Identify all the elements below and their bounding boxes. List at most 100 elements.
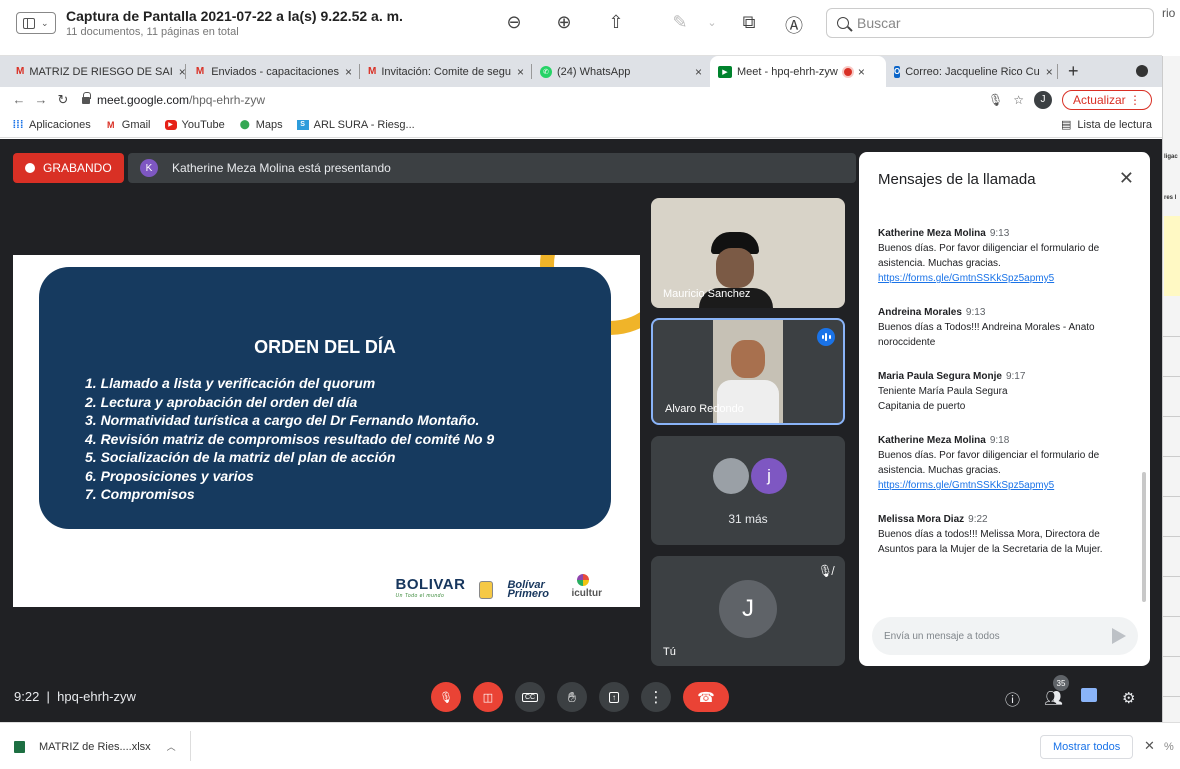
chat-icon[interactable] — [1081, 688, 1097, 702]
slide-title: ORDEN DEL DÍA — [254, 337, 396, 357]
document-title: Captura de Pantalla 2021-07-22 a la(s) 9… — [66, 8, 403, 24]
participant-tile-alvaro[interactable]: Alvaro Redondo — [651, 318, 845, 425]
download-item[interactable]: MATRIZ de Ries....xlsx ︿ — [14, 740, 176, 753]
present-button[interactable]: ↑ — [599, 682, 629, 712]
camera-off-icon: ◫ — [482, 691, 494, 704]
bookmark-maps[interactable]: ⬤ Maps — [239, 119, 283, 131]
bookmark-label: Aplicaciones — [29, 118, 91, 131]
chevron-up-icon[interactable]: ︿ — [167, 740, 176, 753]
message-time: 9:13 — [965, 307, 986, 318]
bookmark-label: ARL SURA - Riesg... — [313, 118, 415, 131]
activities-icon[interactable]: ⚙︎ — [1122, 689, 1135, 707]
profile-avatar[interactable]: J — [1033, 90, 1052, 109]
url-field[interactable]: meet.google.com/hpq-ehrh-zyw — [82, 92, 265, 107]
bookmark-apps[interactable]: ⁞⁞⁞ Aplicaciones — [12, 119, 91, 131]
back-arrow-icon[interactable]: ← — [8, 92, 30, 107]
tab-meet[interactable]: ▶ Meet - hpq-ehrh-zyw × — [710, 56, 886, 87]
tab-search-icon[interactable] — [1136, 65, 1148, 77]
apps-icon: ⁞⁞⁞ — [12, 118, 24, 131]
close-icon[interactable]: × — [858, 65, 865, 79]
close-icon[interactable]: × — [517, 65, 524, 79]
background-text: res l — [1164, 195, 1177, 201]
annotate-icon[interactable]: Ⓐ — [782, 12, 806, 38]
markup-pen-icon[interactable]: ✎ — [668, 12, 692, 33]
rotate-icon[interactable]: ⧉ — [737, 12, 761, 33]
gmail-icon: M — [195, 66, 205, 77]
mic-off-button[interactable]: 🎙︎ — [431, 682, 461, 712]
present-icon: ↑ — [609, 691, 619, 703]
agenda-item: 2. Lectura y aprobación del orden del dí… — [85, 393, 358, 410]
bookmark-youtube[interactable]: ▶ YouTube — [164, 118, 225, 131]
update-button[interactable]: Actualizar ⋮ — [1061, 89, 1152, 110]
show-all-button[interactable]: Mostrar todos — [1040, 735, 1134, 759]
downloads-bar: MATRIZ de Ries....xlsx ︿ Mostrar todos ✕ … — [0, 722, 1180, 769]
bookmark-label: YouTube — [181, 118, 225, 131]
message-link[interactable]: https://forms.gle/GmtnSSKkSpz5apmy5 — [878, 271, 1133, 286]
tab-enviados[interactable]: M Enviados - capacitaciones × — [186, 56, 360, 87]
download-filename: MATRIZ de Ries....xlsx — [39, 740, 151, 753]
reading-list-button[interactable]: ▤ Lista de lectura — [1061, 118, 1152, 132]
zoom-out-icon[interactable]: ⊖ — [502, 12, 526, 33]
tab-correo[interactable]: O Correo: Jacqueline Rico Cu × — [886, 56, 1058, 87]
people-icon[interactable]: 👥︎ — [1044, 689, 1063, 707]
participant-tile-more[interactable]: j 31 más — [651, 436, 845, 545]
search-placeholder: Buscar — [857, 15, 901, 31]
participant-tile-mauricio[interactable]: Mauricio Sanchez — [651, 198, 845, 308]
message-author: Andreina Morales — [878, 307, 962, 318]
close-icon[interactable]: × — [1046, 65, 1053, 79]
microphone-icon[interactable]: 🎙︎ — [988, 93, 1003, 107]
forward-arrow-icon[interactable]: → — [30, 92, 52, 107]
url-host: meet.google.com — [97, 92, 190, 107]
youtube-icon: ▶ — [164, 119, 177, 130]
chat-input[interactable]: Envía un mensaje a todos — [872, 617, 1138, 655]
chat-message: Melissa Mora Diaz 9:22 Buenos días a todos… — [878, 512, 1133, 557]
mic-off-icon: 🎙︎̸ — [817, 564, 833, 578]
tab-matriz-riesgo[interactable]: M MATRIZ DE RIESGO DE SAI × — [8, 56, 186, 87]
message-author: Maria Paula Segura Monje — [878, 371, 1002, 382]
recording-badge[interactable]: GRABANDO — [13, 153, 124, 183]
more-vert-icon: ⋮ — [648, 689, 664, 706]
tab-whatsapp[interactable]: ✆ (24) WhatsApp × — [532, 56, 710, 87]
tab-invitacion[interactable]: M Invitación: Comite de segu × — [360, 56, 532, 87]
bookmark-gmail[interactable]: M Gmail — [105, 119, 150, 131]
more-options-button[interactable]: ⋮ — [641, 682, 671, 712]
bookmark-star-icon[interactable]: ☆ — [1013, 93, 1024, 107]
hand-icon: ✋︎ — [568, 688, 576, 705]
coat-of-arms-icon — [479, 581, 494, 599]
message-time: 9:13 — [989, 228, 1010, 239]
close-icon[interactable]: ✕ — [1144, 738, 1155, 754]
more-vert-icon: ⋮ — [1129, 92, 1141, 107]
close-icon[interactable]: ✕ — [1119, 168, 1134, 189]
message-time: 9:22 — [968, 514, 988, 525]
send-icon[interactable] — [1112, 628, 1126, 644]
leave-call-button[interactable]: ☎︎ — [683, 682, 729, 712]
gmail-icon: M — [368, 66, 377, 77]
chat-scrollbar[interactable] — [1142, 472, 1146, 602]
bolivar-primero-logo: Bolívar Primero — [507, 579, 550, 600]
markup-chevron-icon[interactable]: ⌄ — [700, 16, 724, 29]
sidebar-toggle-button[interactable]: ⌄ — [16, 12, 56, 34]
reload-icon[interactable]: ↻ — [52, 92, 74, 108]
camera-off-button[interactable]: ◫ — [473, 682, 503, 712]
message-author: Melissa Mora Diaz — [878, 514, 965, 525]
reading-list-label: Lista de lectura — [1077, 118, 1152, 131]
search-icon — [837, 17, 849, 29]
bookmark-arl-sura[interactable]: S ARL SURA - Riesg... — [296, 118, 415, 131]
close-icon[interactable]: × — [179, 65, 186, 79]
agenda-list: 1. Llamado a lista y verificación del qu… — [85, 374, 494, 504]
info-icon[interactable]: ⓘ — [1005, 689, 1020, 710]
whatsapp-icon: ✆ — [540, 65, 552, 78]
share-icon[interactable]: ⇧ — [604, 12, 628, 33]
bolivar-logo-text: BOLIVAR — [395, 576, 466, 593]
zoom-in-icon[interactable]: ⊕ — [552, 12, 576, 33]
raise-hand-button[interactable]: ✋︎ — [557, 682, 587, 712]
search-field[interactable]: Buscar — [826, 8, 1154, 38]
participant-name: Tú — [663, 646, 676, 658]
close-icon[interactable]: × — [345, 65, 352, 79]
new-tab-icon[interactable]: + — [1068, 61, 1079, 82]
close-icon[interactable]: × — [695, 65, 702, 79]
participant-tile-self[interactable]: 🎙︎̸ J Tú — [651, 556, 845, 666]
captions-button[interactable]: CC — [515, 682, 545, 712]
captions-icon: CC — [521, 692, 539, 702]
message-link[interactable]: https://forms.gle/GmtnSSKkSpz5apmy5 — [878, 478, 1133, 493]
